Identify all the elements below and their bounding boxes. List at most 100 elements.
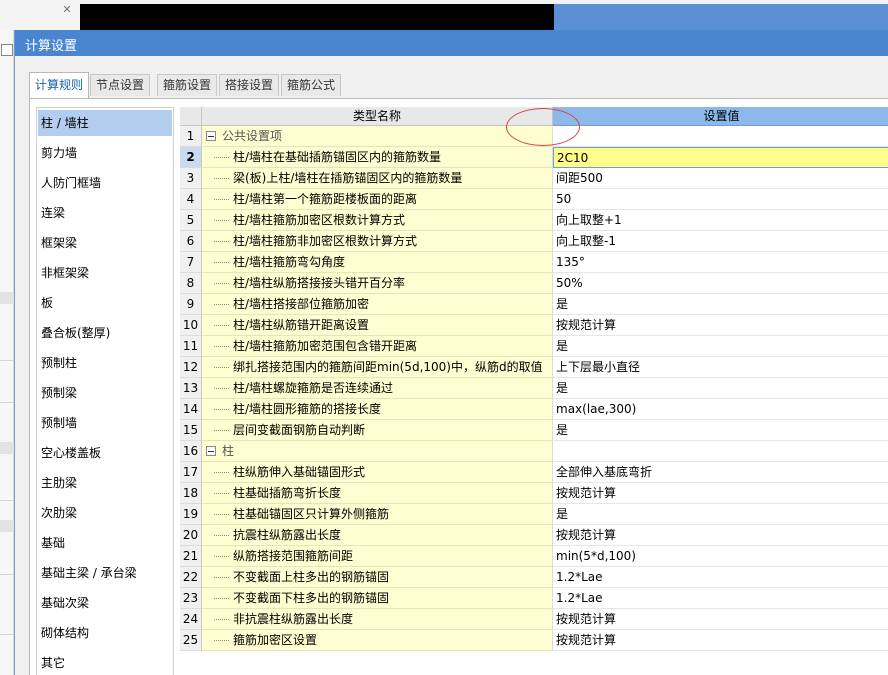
- close-icon[interactable]: ✕: [60, 3, 74, 17]
- category-item[interactable]: 次肋梁: [38, 500, 172, 526]
- setting-value-cell[interactable]: 按规范计算: [553, 609, 888, 630]
- table-row[interactable]: 18 柱基础插筋弯折长度 按规范计算: [180, 483, 888, 504]
- setting-value-cell[interactable]: 是: [553, 378, 888, 399]
- setting-value-cell[interactable]: 是: [553, 504, 888, 525]
- group-row[interactable]: 16 柱: [180, 441, 888, 462]
- table-row[interactable]: 20 抗震柱纵筋露出长度 按规范计算: [180, 525, 888, 546]
- column-header-name[interactable]: 类型名称: [202, 107, 553, 126]
- setting-name: 不变截面上柱多出的钢筋锚固: [233, 570, 390, 584]
- collapse-icon[interactable]: [206, 446, 216, 456]
- tab-calc-rules[interactable]: 计算规则: [29, 72, 90, 98]
- table-row[interactable]: 15 层间变截面钢筋自动判断 是: [180, 420, 888, 441]
- group-row[interactable]: 1 公共设置项: [180, 126, 888, 147]
- category-item[interactable]: 板: [38, 290, 172, 316]
- setting-name-cell: 抗震柱纵筋露出长度: [202, 525, 553, 546]
- tab-lap-settings[interactable]: 搭接设置: [219, 74, 280, 96]
- setting-value-cell[interactable]: 是: [553, 336, 888, 357]
- table-row[interactable]: 11 柱/墙柱箍筋加密范围包含错开距离 是: [180, 336, 888, 357]
- table-row[interactable]: 8 柱/墙柱纵筋搭接接头错开百分率 50%: [180, 273, 888, 294]
- setting-name-cell: 柱/墙柱第一个箍筋距楼板面的距离: [202, 189, 553, 210]
- category-item[interactable]: 人防门框墙: [38, 170, 172, 196]
- tree-connector: [214, 430, 229, 431]
- setting-value-cell[interactable]: 2C10: [553, 147, 888, 168]
- setting-value-cell[interactable]: 50: [553, 189, 888, 210]
- category-item[interactable]: 预制墙: [38, 410, 172, 436]
- table-row[interactable]: 13 柱/墙柱螺旋箍筋是否连续通过 是: [180, 378, 888, 399]
- table-row[interactable]: 5 柱/墙柱箍筋加密区根数计算方式 向上取整+1: [180, 210, 888, 231]
- setting-value-cell[interactable]: 向上取整+1: [553, 210, 888, 231]
- table-row[interactable]: 25 箍筋加密区设置 按规范计算: [180, 630, 888, 651]
- table-row[interactable]: 12 绑扎搭接范围内的箍筋间距min(5d,100)中，纵筋d的取值 上下层最小直径: [180, 357, 888, 378]
- table-row[interactable]: 21 纵筋搭接范围箍筋间距 min(5*d,100): [180, 546, 888, 567]
- table-row[interactable]: 10 柱/墙柱纵筋错开距离设置 按规范计算: [180, 315, 888, 336]
- background-blue-panel: [554, 4, 888, 30]
- table-row[interactable]: 6 柱/墙柱箍筋非加密区根数计算方式 向上取整-1: [180, 231, 888, 252]
- document-icon[interactable]: [1, 44, 13, 56]
- tab-stirrup-settings[interactable]: 箍筋设置: [157, 74, 218, 96]
- tab-stirrup-formula[interactable]: 箍筋公式: [281, 74, 342, 96]
- tab-node-settings[interactable]: 节点设置: [90, 74, 151, 96]
- setting-value-cell[interactable]: 135°: [553, 252, 888, 273]
- setting-value-cell[interactable]: 1.2*Lae: [553, 567, 888, 588]
- table-row[interactable]: 22 不变截面上柱多出的钢筋锚固 1.2*Lae: [180, 567, 888, 588]
- setting-value-cell[interactable]: 上下层最小直径: [553, 357, 888, 378]
- row-number: 7: [180, 252, 202, 273]
- setting-value-cell[interactable]: 1.2*Lae: [553, 588, 888, 609]
- category-item[interactable]: 柱 / 墙柱: [38, 110, 172, 136]
- table-row[interactable]: 4 柱/墙柱第一个箍筋距楼板面的距离 50: [180, 189, 888, 210]
- table-row[interactable]: 2 柱/墙柱在基础插筋锚固区内的箍筋数量 2C10: [180, 147, 888, 168]
- category-item[interactable]: 基础主梁 / 承台梁: [38, 560, 172, 586]
- category-item[interactable]: 预制梁: [38, 380, 172, 406]
- category-item[interactable]: 基础次梁: [38, 590, 172, 616]
- setting-value-cell[interactable]: 是: [553, 420, 888, 441]
- setting-value-cell[interactable]: 是: [553, 294, 888, 315]
- table-row[interactable]: 19 柱基础锚固区只计算外侧箍筋 是: [180, 504, 888, 525]
- setting-value-cell[interactable]: 间距500: [553, 168, 888, 189]
- category-item[interactable]: 连梁: [38, 200, 172, 226]
- category-item[interactable]: 框架梁: [38, 230, 172, 256]
- table-row[interactable]: 9 柱/墙柱搭接部位箍筋加密 是: [180, 294, 888, 315]
- setting-value-cell[interactable]: 按规范计算: [553, 483, 888, 504]
- setting-value-cell[interactable]: 按规范计算: [553, 315, 888, 336]
- setting-name-cell: 柱/墙柱在基础插筋锚固区内的箍筋数量: [202, 147, 553, 168]
- category-item[interactable]: 砌体结构: [38, 620, 172, 646]
- setting-value-cell[interactable]: max(lae,300): [553, 399, 888, 420]
- row-number: 10: [180, 315, 202, 336]
- row-number: 20: [180, 525, 202, 546]
- collapse-icon[interactable]: [206, 131, 216, 141]
- setting-value-cell[interactable]: 按规范计算: [553, 630, 888, 651]
- setting-value-cell[interactable]: 向上取整-1: [553, 231, 888, 252]
- table-row[interactable]: 14 柱/墙柱圆形箍筋的搭接长度 max(lae,300): [180, 399, 888, 420]
- table-row[interactable]: 24 非抗震柱纵筋露出长度 按规范计算: [180, 609, 888, 630]
- setting-value-cell[interactable]: 全部伸入基底弯折: [553, 462, 888, 483]
- column-header-value[interactable]: 设置值: [553, 107, 888, 126]
- category-item[interactable]: 基础: [38, 530, 172, 556]
- setting-value-cell[interactable]: [553, 126, 888, 147]
- category-item[interactable]: 主肋梁: [38, 470, 172, 496]
- table-row[interactable]: 7 柱/墙柱箍筋弯勾角度 135°: [180, 252, 888, 273]
- setting-name-cell: 柱: [202, 441, 553, 462]
- setting-name-cell: 柱纵筋伸入基础锚固形式: [202, 462, 553, 483]
- setting-name: 柱/墙柱箍筋非加密区根数计算方式: [233, 234, 418, 248]
- background-divider: [0, 634, 14, 635]
- category-item[interactable]: 空心楼盖板: [38, 440, 172, 466]
- table-row[interactable]: 23 不变截面下柱多出的钢筋锚固 1.2*Lae: [180, 588, 888, 609]
- setting-value-cell[interactable]: 按规范计算: [553, 525, 888, 546]
- setting-name: 非抗震柱纵筋露出长度: [233, 612, 354, 626]
- setting-name-cell: 柱/墙柱纵筋搭接接头错开百分率: [202, 273, 553, 294]
- setting-name-cell: 层间变截面钢筋自动判断: [202, 420, 553, 441]
- dialog-titlebar[interactable]: 计算设置: [15, 30, 888, 56]
- category-item[interactable]: 预制柱: [38, 350, 172, 376]
- table-row[interactable]: 3 梁(板)上柱/墙柱在插筋锚固区内的箍筋数量 间距500: [180, 168, 888, 189]
- tree-connector: [214, 241, 229, 242]
- category-item[interactable]: 其它: [38, 650, 172, 675]
- table-row[interactable]: 17 柱纵筋伸入基础锚固形式 全部伸入基底弯折: [180, 462, 888, 483]
- setting-value-cell[interactable]: 50%: [553, 273, 888, 294]
- setting-value-cell[interactable]: min(5*d,100): [553, 546, 888, 567]
- category-item[interactable]: 叠合板(整厚): [38, 320, 172, 346]
- setting-value-cell[interactable]: [553, 441, 888, 462]
- category-item[interactable]: 非框架梁: [38, 260, 172, 286]
- category-item[interactable]: 剪力墙: [38, 140, 172, 166]
- setting-name-cell: 不变截面下柱多出的钢筋锚固: [202, 588, 553, 609]
- tree-connector: [214, 493, 229, 494]
